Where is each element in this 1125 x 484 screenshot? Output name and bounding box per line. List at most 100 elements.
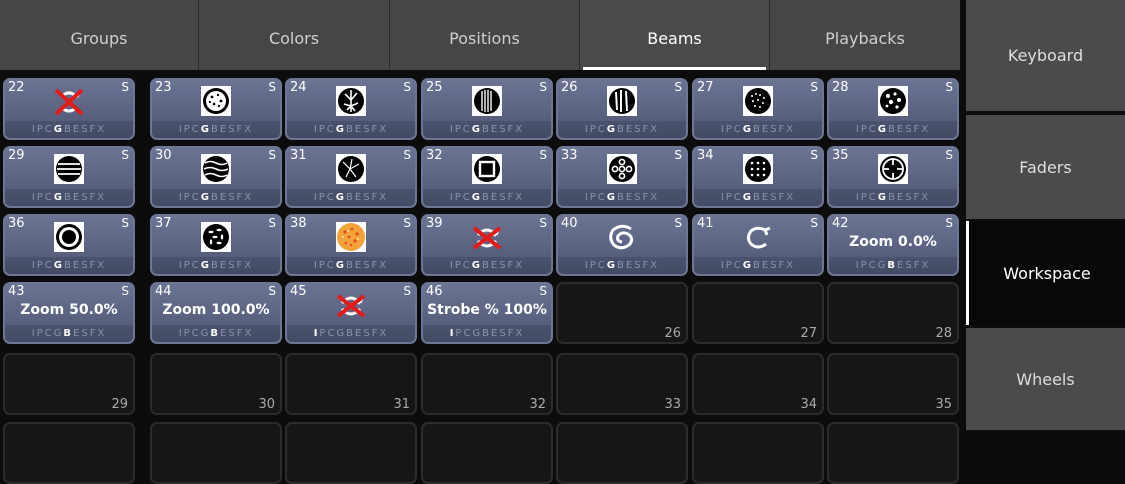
tab-label: Positions [449,29,520,48]
empty-palette-slot[interactable] [827,422,959,484]
beam-palette-button[interactable]: 36 S IPCGBESFX [3,214,135,276]
side-faders-button[interactable]: Faders [966,115,1125,219]
palette-number: 34 [697,148,714,163]
beam-palette-button[interactable]: 32 S IPCGBESFX [421,146,553,208]
beam-palette-button[interactable]: 33 S IPCGBESFX [556,146,688,208]
selective-indicator: S [945,80,953,94]
selective-indicator: S [268,148,276,162]
beam-palette-button[interactable]: 44 S Zoom 100.0% IPCGBESFX [150,282,282,344]
empty-palette-slot[interactable] [3,422,135,484]
gobo-five-circles-icon [605,152,639,186]
attribute-flags: IPCGBESFX [152,121,280,138]
beam-palette-button[interactable]: 29 S IPCGBESFX [3,146,135,208]
empty-palette-slot[interactable]: 34 [692,353,824,415]
gobo-bubbles-icon [876,84,910,118]
beam-palette-button[interactable]: 45 S IPCGBESFX [285,282,417,344]
slot-number: 31 [393,397,410,412]
palette-number: 37 [155,216,172,231]
side-workspace-button[interactable]: Workspace [966,221,1125,325]
beam-palette-button[interactable]: 39 S IPCGBESFX [421,214,553,276]
palette-number: 36 [8,216,25,231]
empty-palette-slot[interactable] [692,422,824,484]
attribute-flags: IPCGBESFX [558,121,686,138]
attribute-flags: IPCGBESFX [423,325,551,342]
beam-palette-button[interactable]: 46 S Strobe % 100% IPCGBESFX [421,282,553,344]
empty-palette-slot[interactable]: 32 [421,353,553,415]
slot-number: 34 [800,397,817,412]
beam-palette-button[interactable]: 43 S Zoom 50.0% IPCGBESFX [3,282,135,344]
attribute-flags: IPCGBESFX [287,325,415,342]
palette-number: 42 [832,216,849,231]
beam-palette-button[interactable]: 25 S IPCGBESFX [421,78,553,140]
slot-number: 28 [935,326,952,341]
empty-palette-slot[interactable] [150,422,282,484]
palette-number: 23 [155,80,172,95]
beam-palette-button[interactable]: 35 S IPCGBESFX [827,146,959,208]
attribute-flags: IPCGBESFX [694,257,822,274]
palette-number: 25 [426,80,443,95]
attribute-flags: IPCGBESFX [558,189,686,206]
gobo-waves-icon [199,152,233,186]
palette-label: Zoom 0.0% [849,234,937,250]
empty-palette-slot[interactable] [285,422,417,484]
empty-palette-slot[interactable]: 33 [556,353,688,415]
tab-positions[interactable]: Positions [390,0,580,70]
beam-palette-button[interactable]: 41 S IPCGBESFX [692,214,824,276]
empty-palette-slot[interactable]: 29 [3,353,135,415]
gobo-fine-dots-icon [741,84,775,118]
attribute-flags: IPCGBESFX [287,257,415,274]
attribute-flags: IPCGBESFX [152,325,280,342]
tab-beams[interactable]: Beams [580,0,770,70]
beam-palette-button[interactable]: 31 S IPCGBESFX [285,146,417,208]
attribute-flags: IPCGBESFX [5,189,133,206]
beam-palette-button[interactable]: 24 S IPCGBESFX [285,78,417,140]
empty-palette-slot[interactable]: 30 [150,353,282,415]
beam-palette-button[interactable]: 42 S Zoom 0.0% IPCGBESFX [827,214,959,276]
beam-palette-button[interactable]: 26 S IPCGBESFX [556,78,688,140]
empty-palette-slot[interactable]: 31 [285,353,417,415]
attribute-flags: IPCGBESFX [287,121,415,138]
tab-playbacks[interactable]: Playbacks [770,0,960,70]
attribute-flags: IPCGBESFX [829,257,957,274]
palette-label: Zoom 50.0% [20,302,118,318]
beam-palette-button[interactable]: 28 S IPCGBESFX [827,78,959,140]
palette-number: 38 [290,216,307,231]
beam-palette-button[interactable]: 37 S IPCGBESFX [150,214,282,276]
tab-colors[interactable]: Colors [199,0,390,70]
side-keyboard-button[interactable]: Keyboard [966,0,1125,111]
empty-palette-slot[interactable] [556,422,688,484]
selective-indicator: S [403,216,411,230]
empty-palette-slot[interactable] [421,422,553,484]
palette-number: 28 [832,80,849,95]
selective-indicator: S [539,80,547,94]
beam-palette-button[interactable]: 30 S IPCGBESFX [150,146,282,208]
beam-palette-button[interactable]: 23 S IPCGBESFX [150,78,282,140]
palette-number: 22 [8,80,25,95]
side-wheels-button[interactable]: Wheels [966,328,1125,430]
attribute-flags: IPCGBESFX [558,257,686,274]
attribute-flags: IPCGBESFX [829,121,957,138]
empty-palette-slot[interactable]: 27 [692,282,824,344]
gobo-broken-glass-icon [334,152,368,186]
empty-palette-slot[interactable]: 28 [827,282,959,344]
beam-palette-button[interactable]: 27 S IPCGBESFX [692,78,824,140]
selective-indicator: S [121,284,129,298]
palette-number: 40 [561,216,578,231]
empty-palette-slot[interactable]: 35 [827,353,959,415]
attribute-flags: IPCGBESFX [5,121,133,138]
beam-palette-button[interactable]: 40 S IPCGBESFX [556,214,688,276]
palette-number: 35 [832,148,849,163]
gobo-vertical-lines-icon [470,84,504,118]
selective-indicator: S [674,80,682,94]
beam-palette-button[interactable]: 22 S IPCGBESFX [3,78,135,140]
beam-palette-button[interactable]: 34 S IPCGBESFX [692,146,824,208]
attribute-flags: IPCGBESFX [829,189,957,206]
empty-palette-slot[interactable]: 26 [556,282,688,344]
selective-indicator: S [539,284,547,298]
beam-palette-button[interactable]: 38 S IPCGBESFX [285,214,417,276]
tab-groups[interactable]: Groups [0,0,199,70]
gobo-color-texture-icon [334,220,368,254]
attribute-flags: IPCGBESFX [423,257,551,274]
selective-indicator: S [674,148,682,162]
attribute-flags: IPCGBESFX [423,189,551,206]
